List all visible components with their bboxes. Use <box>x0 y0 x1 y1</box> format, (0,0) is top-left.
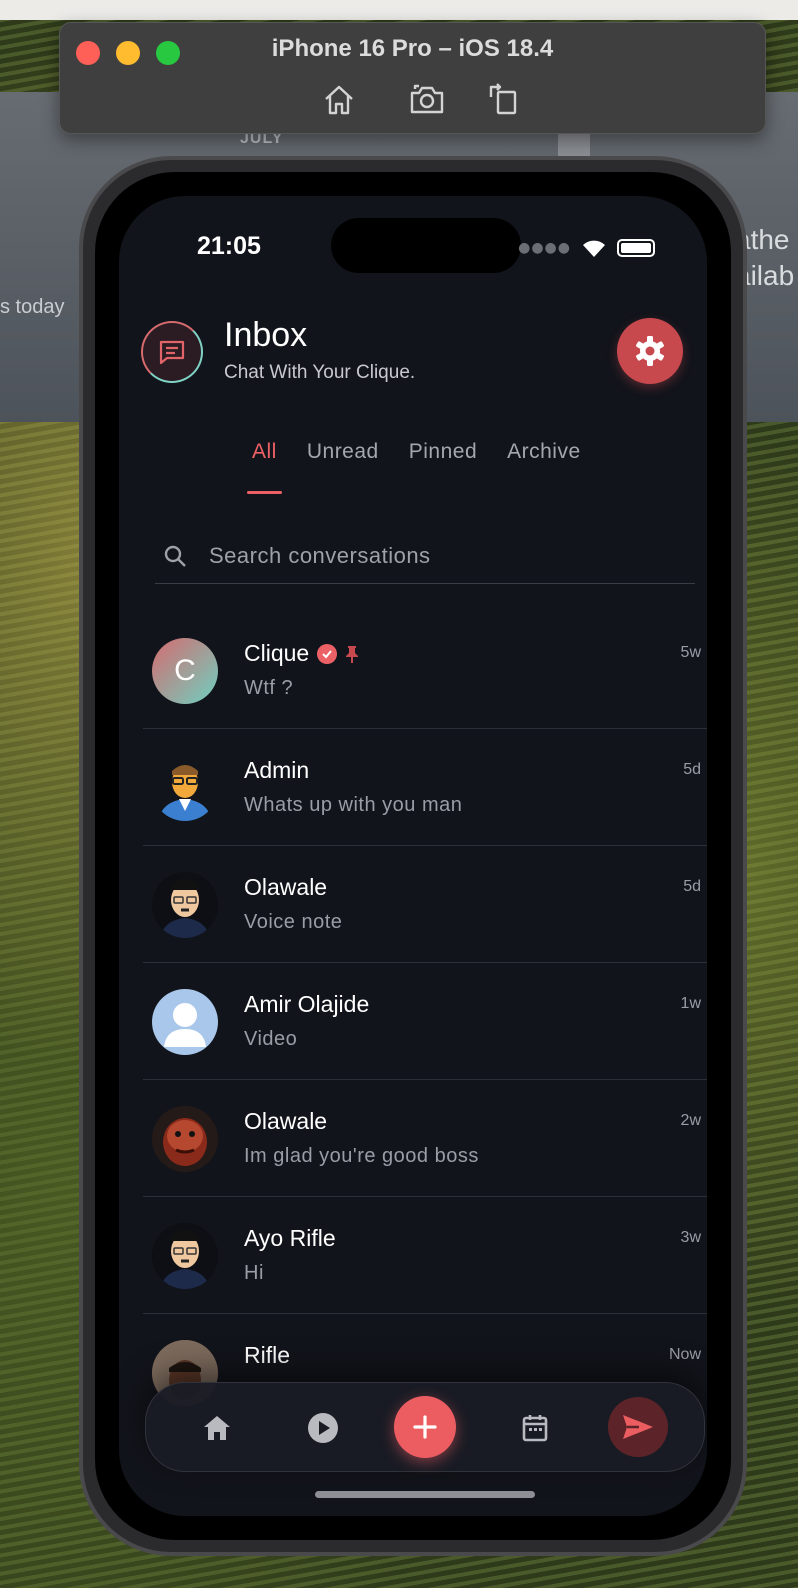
nav-play-button[interactable] <box>300 1405 346 1451</box>
conversation-row[interactable]: Olawale Im glad you're good boss 2w <box>143 1080 707 1197</box>
conversation-time: 5d <box>683 761 701 778</box>
avatar <box>152 989 218 1055</box>
play-icon <box>308 1413 338 1443</box>
status-icons: ●●●● <box>518 236 655 260</box>
nav-home-button[interactable] <box>194 1405 240 1451</box>
verified-icon <box>317 643 338 664</box>
status-time: 21:05 <box>197 232 261 260</box>
app-screen: 21:05 ●●●● Inbox Chat With Your Clique. … <box>119 196 707 1516</box>
conversation-time: 5w <box>680 644 701 661</box>
search-icon <box>164 545 186 567</box>
tab-archive[interactable]: Archive <box>492 440 596 494</box>
conversation-time: Now <box>668 1346 701 1363</box>
avatar <box>152 755 218 821</box>
nav-calendar-button[interactable] <box>512 1405 558 1451</box>
battery-icon <box>617 239 655 257</box>
conversation-name: Olawale <box>244 874 328 900</box>
conversation-name: Rifle <box>244 1342 291 1368</box>
conversation-time: 3w <box>680 1229 701 1246</box>
conversation-time: 2w <box>680 1112 701 1129</box>
page-title: Inbox <box>224 316 308 354</box>
simulator-titlebar: iPhone 16 Pro – iOS 18.4 <box>59 22 766 134</box>
avatar <box>152 1223 218 1289</box>
conversation-name: Amir Olajide <box>244 991 370 1017</box>
nav-send-button[interactable] <box>608 1397 668 1457</box>
avatar-letter: C <box>174 654 196 687</box>
conversation-row[interactable]: Amir Olajide Video 1w <box>143 963 707 1080</box>
rotate-icon[interactable] <box>488 83 522 117</box>
avatar <box>152 872 218 938</box>
menu-bar <box>0 0 798 20</box>
home-icon[interactable] <box>322 83 356 117</box>
inbox-chat-icon <box>141 321 203 383</box>
add-icon <box>413 1415 437 1439</box>
conversation-name: Ayo Rifle <box>244 1225 336 1251</box>
tab-unread[interactable]: Unread <box>292 440 394 494</box>
home-indicator <box>315 1491 535 1498</box>
search-input[interactable] <box>209 542 649 569</box>
background-today-text: s today <box>0 296 65 318</box>
conversation-time: 5d <box>683 878 701 895</box>
bottom-nav <box>145 1382 705 1472</box>
send-icon <box>623 1415 653 1439</box>
phone-frame: 21:05 ●●●● Inbox Chat With Your Clique. … <box>79 156 747 1556</box>
dynamic-island <box>331 218 521 273</box>
phone-bezel: 21:05 ●●●● Inbox Chat With Your Clique. … <box>95 172 731 1540</box>
gear-icon <box>636 336 664 366</box>
conversation-preview: Video <box>244 1028 298 1050</box>
conversation-preview: Whats up with you man <box>244 794 463 816</box>
simulator-title: iPhone 16 Pro – iOS 18.4 <box>271 35 554 62</box>
settings-button[interactable] <box>617 318 683 384</box>
conversation-preview: Im glad you're good boss <box>244 1145 479 1167</box>
tab-pinned[interactable]: Pinned <box>394 440 492 494</box>
conversation-name: Olawale <box>244 1108 328 1134</box>
conversation-list: C Clique Wtf ? 5w Admin Whats up with yo… <box>143 612 707 1431</box>
conversation-time: 1w <box>680 995 701 1012</box>
nav-add-button[interactable] <box>394 1396 456 1458</box>
home-icon <box>204 1416 230 1440</box>
conversation-preview: Hi <box>244 1262 264 1284</box>
cellular-icon: ●●●● <box>518 240 571 256</box>
conversation-row[interactable]: C Clique Wtf ? 5w <box>143 612 707 729</box>
conversation-name: Clique <box>244 640 310 666</box>
page-subtitle: Chat With Your Clique. <box>224 362 416 383</box>
conversation-preview: Wtf ? <box>244 677 294 699</box>
conversation-name: Admin <box>244 757 310 783</box>
conversation-name-group: Clique <box>244 640 359 667</box>
wifi-icon <box>583 240 605 257</box>
conversation-preview: Voice note <box>244 911 343 933</box>
conversation-row[interactable]: Admin Whats up with you man 5d <box>143 729 707 846</box>
conversation-row[interactable]: Ayo Rifle Hi 3w <box>143 1197 707 1314</box>
calendar-icon <box>522 1415 548 1442</box>
screenshot-icon[interactable] <box>409 83 444 117</box>
search-bar <box>155 528 695 584</box>
avatar: C <box>152 638 218 704</box>
filter-tabs: All Unread Pinned Archive <box>237 440 596 494</box>
avatar <box>152 1106 218 1172</box>
conversation-row[interactable]: Olawale Voice note 5d <box>143 846 707 963</box>
background-calendar-block <box>558 133 590 158</box>
tab-all[interactable]: All <box>237 440 292 494</box>
pin-icon <box>346 645 359 663</box>
